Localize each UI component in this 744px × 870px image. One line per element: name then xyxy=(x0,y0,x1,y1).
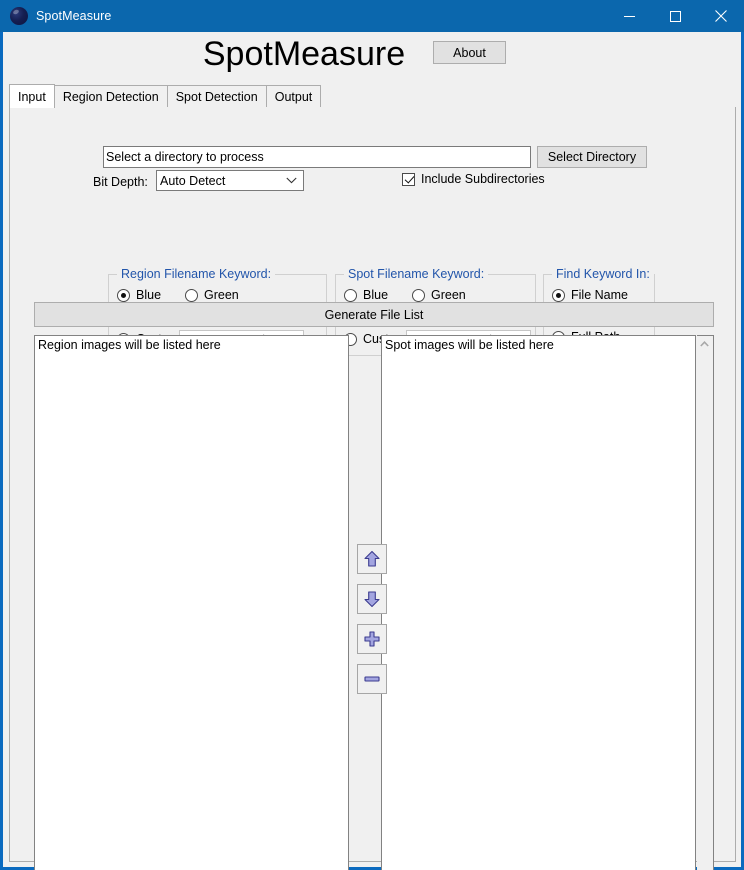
minimize-icon[interactable] xyxy=(606,0,652,32)
radio-mark xyxy=(552,288,565,302)
include-subdirectories-label: Include Subdirectories xyxy=(421,172,545,186)
region-images-list[interactable]: Region images will be listed here xyxy=(34,335,349,870)
add-button[interactable] xyxy=(357,624,387,654)
region-list-placeholder: Region images will be listed here xyxy=(38,338,221,352)
spot-list-placeholder: Spot images will be listed here xyxy=(385,338,554,352)
find-radio-file-name[interactable]: File Name xyxy=(552,288,628,302)
region-radio-blue[interactable]: Blue xyxy=(117,288,161,302)
maximize-icon[interactable] xyxy=(652,0,698,32)
region-radio-blue-label: Blue xyxy=(136,288,162,302)
region-radio-green[interactable]: Green xyxy=(185,288,239,302)
remove-button[interactable] xyxy=(357,664,387,694)
application-window: SpotMeasure SpotMeasure About Input Regi… xyxy=(0,0,744,870)
radio-mark xyxy=(412,288,425,302)
window-title: SpotMeasure xyxy=(36,9,112,23)
find-radio-file-name-label: File Name xyxy=(571,288,628,302)
plus-icon xyxy=(362,629,382,649)
tab-region-detection[interactable]: Region Detection xyxy=(53,85,168,107)
region-radio-green-label: Green xyxy=(204,288,239,302)
arrow-down-icon xyxy=(362,589,382,609)
spot-images-list[interactable]: Spot images will be listed here xyxy=(381,335,696,870)
window-controls xyxy=(606,0,744,32)
spot-radio-blue[interactable]: Blue xyxy=(344,288,388,302)
spot-list-scrollbar[interactable] xyxy=(697,335,714,870)
bit-depth-value: Auto Detect xyxy=(160,173,226,188)
directory-input-text: Select a directory to process xyxy=(106,150,264,164)
tab-page-input: Select a directory to process Select Dir… xyxy=(9,107,736,870)
about-button[interactable]: About xyxy=(433,41,506,64)
spot-group-title: Spot Filename Keyword: xyxy=(344,267,489,281)
region-group-title: Region Filename Keyword: xyxy=(117,267,276,281)
radio-mark xyxy=(185,288,198,302)
page-title: SpotMeasure xyxy=(202,35,406,73)
spot-radio-blue-label: Blue xyxy=(363,288,389,302)
arrow-up-icon xyxy=(362,549,382,569)
tab-output[interactable]: Output xyxy=(265,85,322,107)
checkbox-box xyxy=(402,172,415,186)
client-area: SpotMeasure About Input Region Detection… xyxy=(3,32,742,870)
directory-input[interactable]: Select a directory to process xyxy=(103,146,531,168)
bit-depth-label: Bit Depth: xyxy=(93,175,148,189)
header: SpotMeasure About xyxy=(4,33,742,83)
tab-input[interactable]: Input xyxy=(9,84,55,108)
minus-icon xyxy=(362,669,382,689)
chevron-up-icon[interactable] xyxy=(697,336,712,352)
spot-radio-green[interactable]: Green xyxy=(412,288,466,302)
spot-radio-green-label: Green xyxy=(431,288,466,302)
chevron-down-icon xyxy=(286,171,297,190)
move-down-button[interactable] xyxy=(357,584,387,614)
select-directory-button[interactable]: Select Directory xyxy=(537,146,647,168)
radio-mark xyxy=(117,288,130,302)
find-group-title: Find Keyword In: xyxy=(552,267,654,281)
bit-depth-select[interactable]: Auto Detect xyxy=(156,170,304,191)
tab-spot-detection[interactable]: Spot Detection xyxy=(166,85,267,107)
generate-file-list-button[interactable]: Generate File List xyxy=(34,302,714,327)
app-circle-icon xyxy=(10,7,28,25)
move-up-button[interactable] xyxy=(357,544,387,574)
tab-strip: Input Region Detection Spot Detection Ou… xyxy=(9,84,736,108)
close-icon[interactable] xyxy=(698,0,744,32)
radio-mark xyxy=(344,288,357,302)
include-subdirectories-checkbox[interactable]: Include Subdirectories xyxy=(402,172,545,186)
title-bar: SpotMeasure xyxy=(0,0,744,32)
